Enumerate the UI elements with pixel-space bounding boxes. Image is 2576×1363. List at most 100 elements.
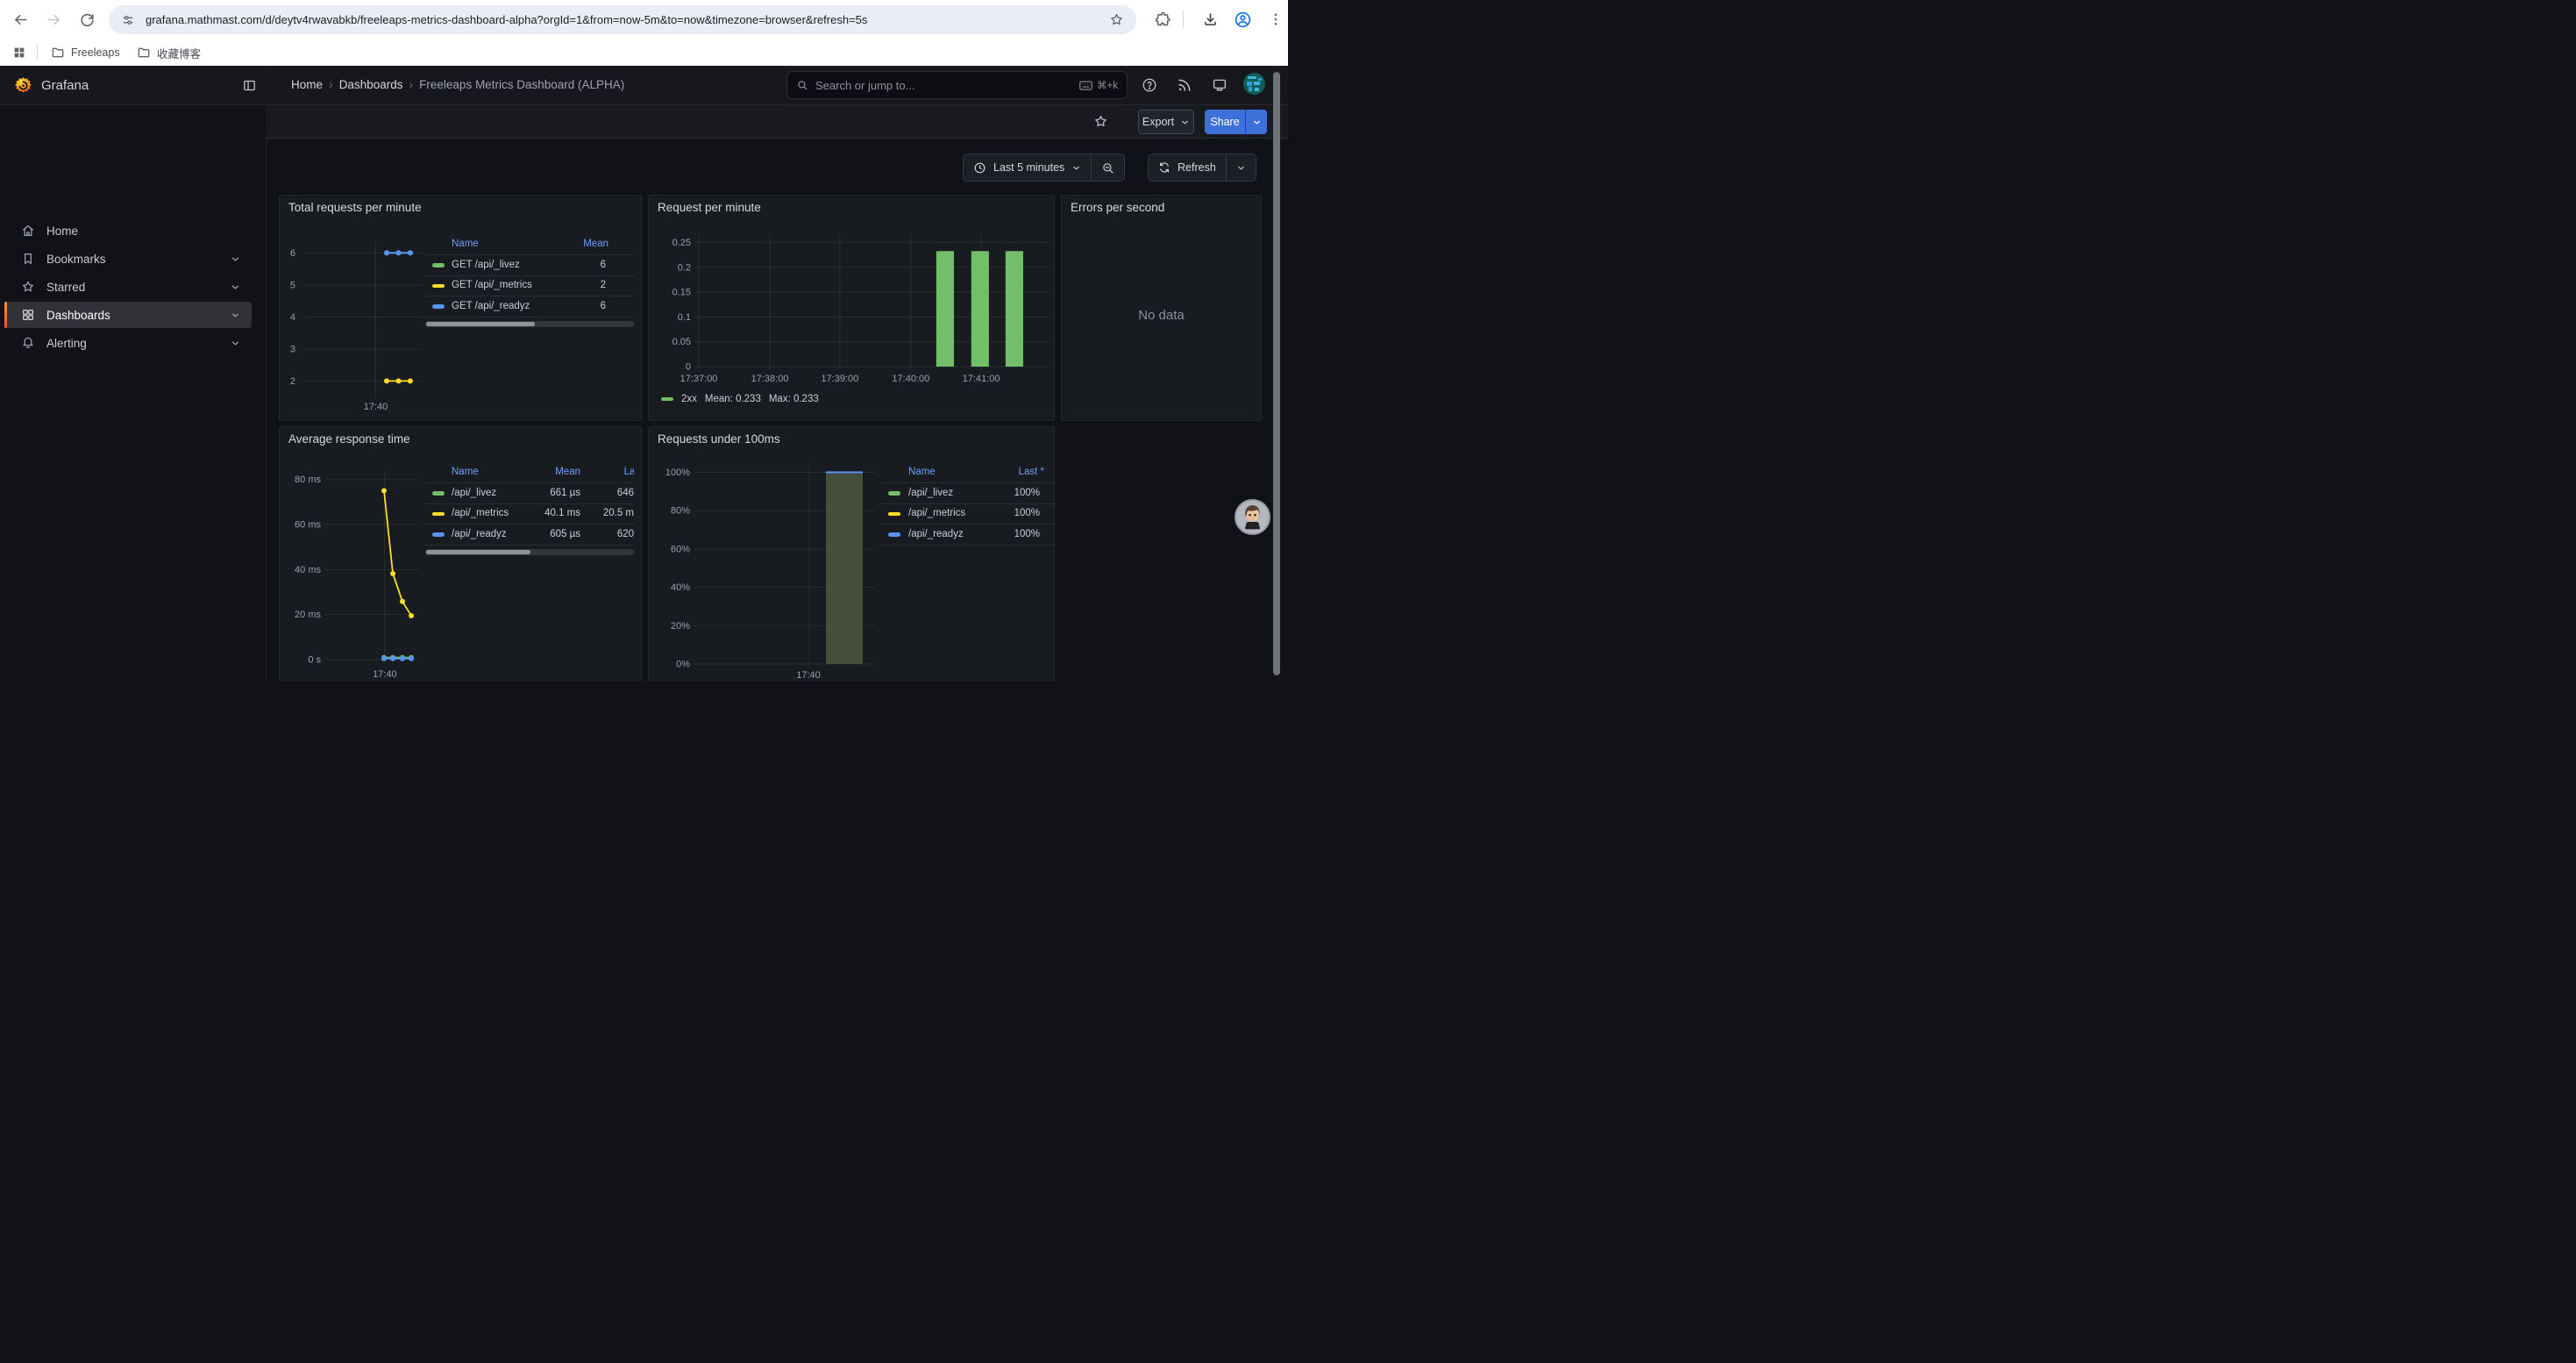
sidebar-item-starred[interactable]: Starred: [4, 274, 252, 300]
url-input[interactable]: [144, 12, 1100, 27]
chevron-down-icon[interactable]: [230, 253, 241, 265]
page-scrollbar[interactable]: [1273, 72, 1280, 675]
panel-title[interactable]: Errors per second: [1071, 201, 1164, 214]
legend-row[interactable]: /api/_metrics100%: [881, 504, 1056, 525]
series-mean: Mean: 0.233: [705, 394, 761, 404]
legend-column-header[interactable]: Mean: [555, 467, 580, 477]
timeseries-chart[interactable]: 0 s20 ms40 ms60 ms80 ms17:40: [283, 466, 423, 682]
share-label: Share: [1210, 116, 1239, 128]
panel-average-response-time[interactable]: Average response time 0 s20 ms40 ms60 ms…: [279, 426, 642, 682]
legend-scrollbar[interactable]: [425, 549, 634, 555]
series-name[interactable]: /api/_metrics: [452, 508, 509, 518]
legend-column-header[interactable]: Mean: [583, 239, 608, 249]
timeseries-chart[interactable]: 2345617:40: [283, 239, 423, 415]
address-bar[interactable]: [109, 5, 1136, 34]
reload-button[interactable]: [79, 11, 96, 28]
series-name[interactable]: GET /api/_readyz: [452, 301, 530, 311]
legend-scrollbar-thumb[interactable]: [426, 322, 535, 326]
favorite-dashboard-button[interactable]: [1093, 114, 1108, 129]
sidebar-item-bookmarks[interactable]: Bookmarks: [4, 246, 252, 272]
sidebar-item-alerting[interactable]: Alerting: [4, 330, 252, 356]
panel-errors-per-second[interactable]: Errors per second No data: [1061, 195, 1262, 421]
assistant-avatar-icon: [1236, 501, 1269, 533]
no-data-message: No data: [1062, 308, 1261, 323]
sidebar-item-home[interactable]: Home: [4, 218, 252, 244]
series-value: 605 µs: [550, 529, 580, 539]
search-input[interactable]: Search or jump to... ⌘+k: [786, 71, 1128, 99]
refresh-button[interactable]: Refresh: [1149, 154, 1226, 181]
zoom-out-time-button[interactable]: [1092, 154, 1124, 181]
bookmark-folder-blogs[interactable]: 收藏博客: [137, 39, 201, 66]
bar-chart[interactable]: 00.050.10.150.20.2517:37:0017:38:0017:39…: [653, 232, 1053, 387]
share-button[interactable]: Share: [1205, 110, 1245, 134]
kiosk-mode-button[interactable]: [1212, 77, 1228, 93]
series-name[interactable]: GET /api/_livez: [452, 260, 520, 270]
series-name[interactable]: GET /api/_metrics: [452, 280, 532, 290]
series-color-dash: [432, 284, 445, 289]
legend-row[interactable]: GET /api/_livez6: [425, 255, 634, 276]
svg-text:0.25: 0.25: [672, 238, 691, 248]
export-button[interactable]: Export: [1138, 110, 1194, 134]
legend-column-header[interactable]: Name: [452, 467, 479, 477]
bookmark-star-icon[interactable]: [1109, 12, 1124, 27]
svg-text:4: 4: [290, 312, 295, 323]
series-color-dash: [432, 491, 445, 496]
apps-shortcut-button[interactable]: [12, 46, 26, 60]
site-settings-icon[interactable]: [121, 13, 135, 27]
svg-text:17:37:00: 17:37:00: [680, 374, 718, 384]
news-button[interactable]: [1177, 77, 1192, 93]
legend-header: Name Mean: [425, 234, 634, 255]
breadcrumb-dashboards[interactable]: Dashboards: [339, 78, 403, 91]
panel-requests-under-100ms[interactable]: Requests under 100ms 0%20%40%60%80%100%1…: [648, 426, 1055, 682]
legend-column-header[interactable]: Last *: [624, 467, 634, 477]
series-name[interactable]: /api/_livez: [908, 488, 953, 498]
panel-total-requests[interactable]: Total requests per minute 2345617:40 Nam…: [279, 195, 642, 421]
legend-row[interactable]: /api/_livez100%: [881, 483, 1056, 504]
chevron-down-icon[interactable]: [230, 338, 241, 349]
help-button[interactable]: [1142, 77, 1157, 93]
panel-title[interactable]: Total requests per minute: [288, 201, 422, 214]
profile-button[interactable]: [1234, 11, 1252, 29]
time-range-picker[interactable]: Last 5 minutes: [964, 154, 1091, 181]
chevron-down-icon[interactable]: [230, 282, 241, 293]
legend-column-header[interactable]: Name: [452, 239, 479, 249]
apps-grid-icon: [12, 46, 26, 60]
series-name[interactable]: /api/_livez: [452, 488, 496, 498]
search-icon: [796, 79, 808, 91]
sidebar-item-dashboards[interactable]: Dashboards: [4, 302, 252, 328]
bookmark-folder-freeleaps[interactable]: Freeleaps: [51, 39, 120, 66]
forward-button[interactable]: [46, 11, 62, 28]
sidebar-toggle-button[interactable]: [242, 78, 257, 93]
legend-row[interactable]: /api/_readyz100%: [881, 525, 1056, 546]
panel-request-per-minute[interactable]: Request per minute 00.050.10.150.20.2517…: [648, 195, 1055, 421]
breadcrumb-home[interactable]: Home: [291, 78, 323, 91]
browser-menu-button[interactable]: [1268, 11, 1284, 27]
extensions-button[interactable]: [1155, 11, 1171, 28]
legend-scrollbar[interactable]: [425, 321, 634, 327]
panel-title[interactable]: Average response time: [288, 432, 410, 446]
legend-row[interactable]: /api/_metrics40.1 ms20.5 m: [425, 504, 634, 525]
assistant-avatar[interactable]: [1235, 499, 1270, 535]
legend-inline[interactable]: 2xx Mean: 0.233 Max: 0.233: [661, 394, 819, 404]
panel-title[interactable]: Request per minute: [658, 201, 761, 214]
share-menu-button[interactable]: [1245, 110, 1267, 134]
series-name[interactable]: /api/_readyz: [452, 529, 507, 539]
svg-text:40%: 40%: [671, 582, 690, 593]
downloads-button[interactable]: [1202, 11, 1219, 28]
legend-row[interactable]: /api/_livez661 µs646: [425, 483, 634, 504]
legend-row[interactable]: GET /api/_readyz6: [425, 296, 634, 318]
refresh-interval-button[interactable]: [1227, 154, 1256, 181]
legend-row[interactable]: /api/_readyz605 µs620: [425, 525, 634, 546]
panel-title[interactable]: Requests under 100ms: [658, 432, 780, 446]
bar-chart[interactable]: 0%20%40%60%80%100%17:40: [653, 461, 890, 682]
back-button[interactable]: [12, 11, 29, 28]
series-name[interactable]: /api/_readyz: [908, 529, 964, 539]
legend-scrollbar-thumb[interactable]: [426, 550, 530, 554]
legend-row[interactable]: GET /api/_metrics2: [425, 276, 634, 297]
chevron-down-icon[interactable]: [230, 310, 241, 321]
legend-column-header[interactable]: Last *: [1019, 467, 1044, 477]
series-name[interactable]: /api/_metrics: [908, 508, 965, 518]
legend-column-header[interactable]: Name: [908, 467, 936, 477]
user-avatar[interactable]: [1243, 73, 1265, 95]
extensions-puzzle-icon: [1155, 11, 1171, 28]
